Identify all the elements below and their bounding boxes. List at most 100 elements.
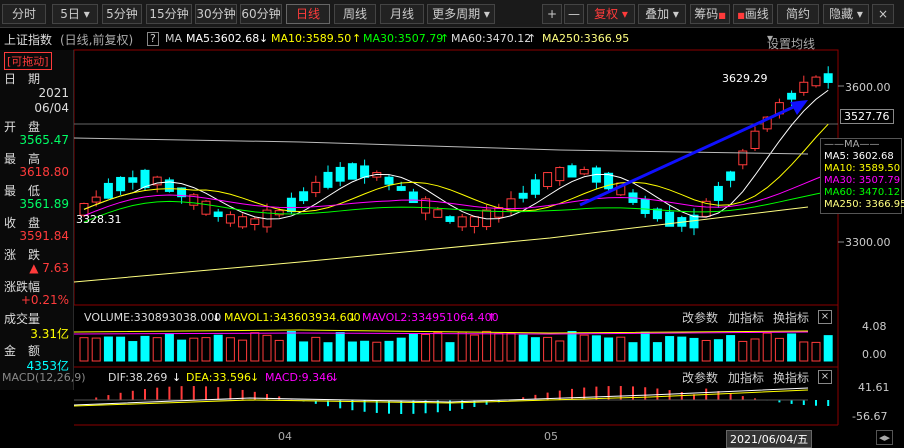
volume-bar xyxy=(140,335,150,362)
volume-bar xyxy=(421,333,431,362)
volume-bar xyxy=(164,333,174,362)
volume-bar xyxy=(762,332,772,362)
volume-bar xyxy=(689,337,699,362)
volume-bar xyxy=(616,336,626,362)
dif-text: DIF:38.269 xyxy=(108,371,168,384)
volume-bar xyxy=(823,335,833,362)
volume-bar xyxy=(347,341,357,362)
ma-legend-ma250: MA250: 3366.95 xyxy=(824,199,904,210)
volume-bar xyxy=(677,336,687,362)
volume-bar xyxy=(152,337,162,362)
volume-params-button[interactable]: 改参数 xyxy=(682,309,718,326)
candle xyxy=(311,181,321,194)
volume-bar xyxy=(323,342,333,362)
volume-bar xyxy=(225,337,235,362)
volume-close-icon[interactable]: × xyxy=(818,310,832,324)
candle xyxy=(128,177,138,183)
volume-switch-indicator-button[interactable]: 换指标 xyxy=(773,309,809,326)
pct-value: +0.21% xyxy=(20,293,69,307)
macd-axis-top: 41.61 xyxy=(858,381,890,394)
candle xyxy=(640,198,650,214)
volume-bar xyxy=(238,339,248,362)
volume-bar xyxy=(372,341,382,362)
candle xyxy=(555,167,565,182)
macd-text: MACD:9.346 xyxy=(265,371,334,384)
macd-params-button[interactable]: 改参数 xyxy=(682,369,718,386)
candle xyxy=(530,179,540,195)
date-year: 2021 xyxy=(38,86,69,100)
cursor-date-tag: 2021/06/04/五 xyxy=(726,430,813,448)
volume-bar xyxy=(433,331,443,362)
ma-legend-ma60: MA60: 3470.12 xyxy=(824,187,901,198)
volume-bar xyxy=(738,340,748,362)
ma-legend-box: ——MA—— MA5: 3602.68 MA10: 3589.50 MA30: … xyxy=(820,138,904,214)
candle xyxy=(518,192,528,199)
mavol2-arrow-icon: ↑ xyxy=(487,311,497,324)
last-price-tag: 3527.76 xyxy=(840,109,894,124)
volume-bar xyxy=(396,337,406,362)
candle xyxy=(726,171,736,181)
trend-arrow xyxy=(579,102,801,207)
candle xyxy=(116,176,126,192)
data-window: [可拖动] 日 期 2021 06/04 开 盘 3565.47 最 高 361… xyxy=(0,50,74,390)
dif-arrow-icon: ↓ xyxy=(172,371,182,384)
candle xyxy=(250,218,260,226)
volume-bar xyxy=(811,341,821,362)
volume-arrow-icon: ↓ xyxy=(212,311,222,324)
volume-bar xyxy=(787,333,797,362)
volume-axis-bottom: 0.00 xyxy=(862,348,887,361)
candle xyxy=(750,130,760,149)
volume-bar xyxy=(91,337,101,362)
volume-bar xyxy=(555,340,565,362)
candle xyxy=(225,214,235,224)
x-label-may: 05 xyxy=(544,430,558,443)
volume-bar xyxy=(286,331,296,362)
volume-bar xyxy=(530,337,540,362)
volume-bar xyxy=(128,341,138,362)
macd-switch-indicator-button[interactable]: 换指标 xyxy=(773,369,809,386)
candle xyxy=(652,208,662,220)
volume-text: VOLUME:330893038.000 xyxy=(84,311,222,324)
high-marker: 3629.29 xyxy=(722,72,768,85)
volume-bar xyxy=(652,342,662,362)
volume-bar xyxy=(628,342,638,362)
macd-name: MACD(12,26,9) xyxy=(2,371,86,384)
candle xyxy=(360,165,370,178)
date-label: 日 期 xyxy=(4,72,41,86)
volume-bar xyxy=(579,334,589,362)
close-value: 3591.84 xyxy=(19,229,69,243)
volume-bar xyxy=(213,334,223,362)
volume-bar xyxy=(591,335,601,362)
ma-legend-title: ——MA—— xyxy=(824,139,880,150)
candle xyxy=(408,191,418,204)
draggable-badge[interactable]: [可拖动] xyxy=(4,52,52,70)
candle xyxy=(469,216,479,227)
macd-arrow-icon: ↓ xyxy=(330,371,340,384)
price-pane-border xyxy=(73,49,839,306)
volume-bar xyxy=(457,331,467,362)
candle xyxy=(347,163,357,180)
candle xyxy=(91,196,101,203)
candle xyxy=(445,216,455,222)
volume-axis-top: 4.08 xyxy=(862,320,887,333)
ma-legend-ma5: MA5: 3602.68 xyxy=(824,151,894,162)
candle xyxy=(579,169,589,175)
volume-add-indicator-button[interactable]: 加指标 xyxy=(728,309,764,326)
ma-legend-ma30: MA30: 3507.79 xyxy=(824,175,901,186)
dea-text: DEA:33.596 xyxy=(186,371,251,384)
macd-close-icon[interactable]: × xyxy=(818,370,832,384)
macd-add-indicator-button[interactable]: 加指标 xyxy=(728,369,764,386)
volume-bar xyxy=(177,339,187,362)
scroll-left-icon[interactable]: ◂▸ xyxy=(876,430,894,445)
volume-bar xyxy=(701,339,711,362)
volume-bar xyxy=(713,339,723,362)
volume-bar xyxy=(482,330,492,362)
high-value: 3618.80 xyxy=(19,165,69,179)
volume-bar xyxy=(469,334,479,362)
volume-bar xyxy=(384,340,394,362)
volume-bar xyxy=(567,330,577,362)
volume-bar xyxy=(604,337,614,362)
candle xyxy=(286,197,296,213)
candle xyxy=(299,191,309,202)
candle xyxy=(457,216,467,228)
